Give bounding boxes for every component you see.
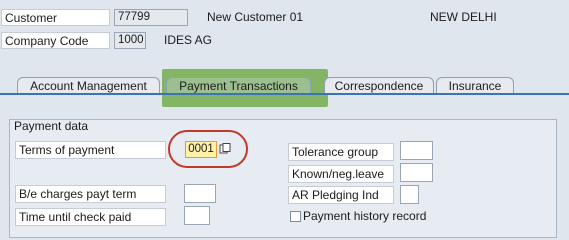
customer-name: New Customer 01: [207, 10, 304, 24]
be-charges-label: B/e charges payt term: [15, 185, 166, 203]
ar-pledging-input[interactable]: [400, 185, 419, 204]
terms-of-payment-label: Terms of payment: [15, 141, 166, 159]
known-neg-leave-label: Known/neg.leave: [288, 165, 394, 183]
annotation-oval: [168, 130, 248, 168]
customer-field[interactable]: 77799: [114, 9, 188, 26]
payment-history-label: Payment history record: [303, 209, 427, 223]
ar-pledging-label: AR Pledging Ind: [288, 186, 394, 204]
company-name: IDES AG: [164, 33, 213, 47]
customer-label: Customer: [1, 9, 110, 26]
tab-payment-transactions[interactable]: Payment Transactions: [166, 77, 311, 94]
tolerance-group-input[interactable]: [400, 141, 433, 160]
tab-correspondence[interactable]: Correspondence: [324, 77, 434, 94]
company-code-label: Company Code: [1, 32, 110, 49]
customer-city: NEW DELHI: [430, 10, 497, 24]
tab-account-management[interactable]: Account Management: [17, 77, 160, 94]
payment-history-checkbox[interactable]: [290, 211, 301, 222]
payment-data-title: Payment data: [14, 119, 89, 133]
tolerance-group-label: Tolerance group: [288, 143, 394, 161]
company-code-field[interactable]: 1000: [114, 32, 146, 49]
time-until-check-label: Time until check paid: [15, 208, 166, 226]
tab-insurance[interactable]: Insurance: [436, 77, 514, 94]
known-neg-leave-input[interactable]: [400, 163, 433, 182]
tab-strip-border: [0, 93, 569, 95]
be-charges-input[interactable]: [184, 184, 216, 203]
time-until-check-input[interactable]: [184, 206, 210, 225]
